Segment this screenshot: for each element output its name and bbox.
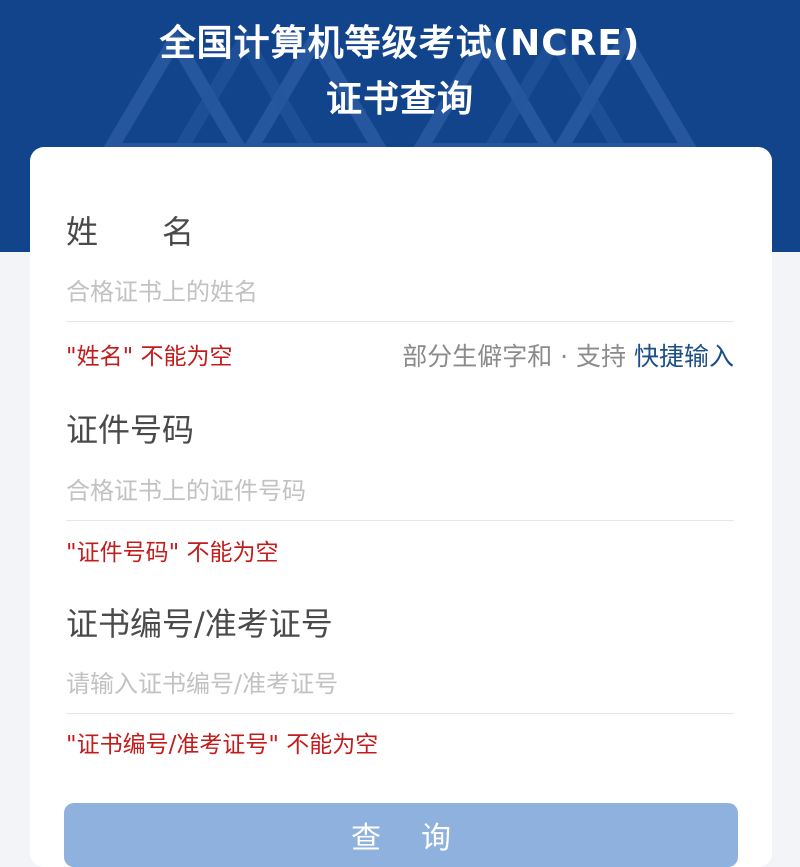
name-error: "姓名" 不能为空: [66, 344, 233, 370]
rare-char-hint: 部分生僻字和 · 支持 快捷输入: [402, 337, 734, 373]
name-label: 姓 名: [66, 213, 195, 251]
cert-number-label: 证书编号/准考证号: [66, 605, 333, 643]
name-input[interactable]: [66, 263, 734, 322]
id-number-label: 证件号码: [66, 411, 195, 449]
id-number-input[interactable]: [66, 462, 734, 521]
query-form-card: 姓 名 "姓名" 不能为空 部分生僻字和 · 支持 快捷输入 证件号码 "证件号…: [30, 147, 772, 867]
page-subtitle: 证书查询: [325, 79, 474, 120]
cert-number-error: "证书编号/准考证号" 不能为空: [66, 732, 379, 758]
page-title: 全国计算机等级考试(NCRE): [159, 23, 641, 64]
cert-number-input[interactable]: [66, 655, 734, 714]
id-number-error: "证件号码" 不能为空: [66, 540, 279, 566]
rare-char-hint-text: 部分生僻字和 · 支持: [402, 342, 634, 371]
quick-input-link[interactable]: 快捷输入: [634, 342, 734, 371]
query-button[interactable]: 查询: [64, 803, 738, 867]
